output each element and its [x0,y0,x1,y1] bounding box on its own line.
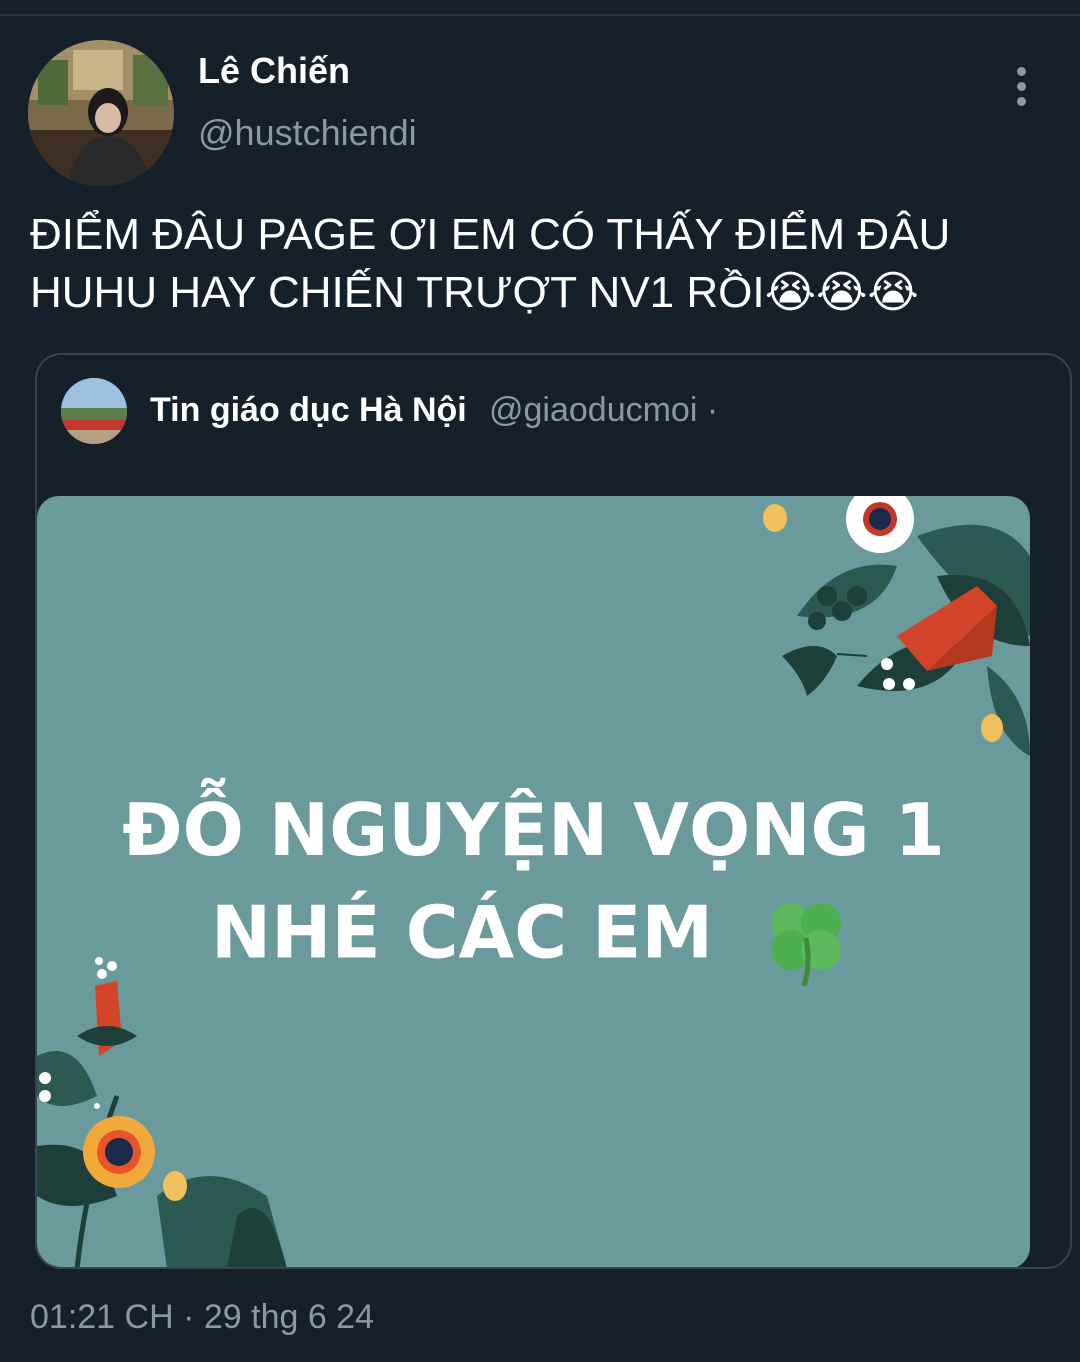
more-options-icon[interactable] [1002,64,1040,108]
image-headline-line1: ĐỖ NGUYỆN VỌNG 1 [122,788,945,872]
author-display-name[interactable]: Lê Chiến [198,50,350,92]
image-headline-line2: NHÉ CÁC EM [37,888,1030,988]
four-leaf-clover-icon [771,903,842,987]
quoted-author-avatar[interactable] [61,378,127,444]
floral-decoration [37,496,1030,1267]
author-avatar[interactable] [28,40,174,186]
tweet-timestamp[interactable]: 01:21 CH · 29 thg 6 24 [30,1298,374,1337]
tweet-text: ĐIỂM ĐÂU PAGE ƠI EM CÓ THẤY ĐIỂM ĐÂU HUH… [30,210,951,317]
quoted-tweet-image[interactable]: ĐỖ NGUYỆN VỌNG 1 NHÉ CÁC EM [37,496,1030,1267]
author-handle[interactable]: @hustchiendi [198,112,417,154]
top-divider [0,14,1080,16]
quoted-author-handle[interactable]: @giaoducmoi · [489,391,718,430]
quoted-author-name[interactable]: Tin giáo dục Hà Nội [150,391,467,430]
quoted-tweet-card[interactable]: Tin giáo dục Hà Nội @giaoducmoi · ĐỖ NGU… [35,353,1072,1269]
image-headline-line2-text: NHÉ CÁC EM [210,890,713,975]
